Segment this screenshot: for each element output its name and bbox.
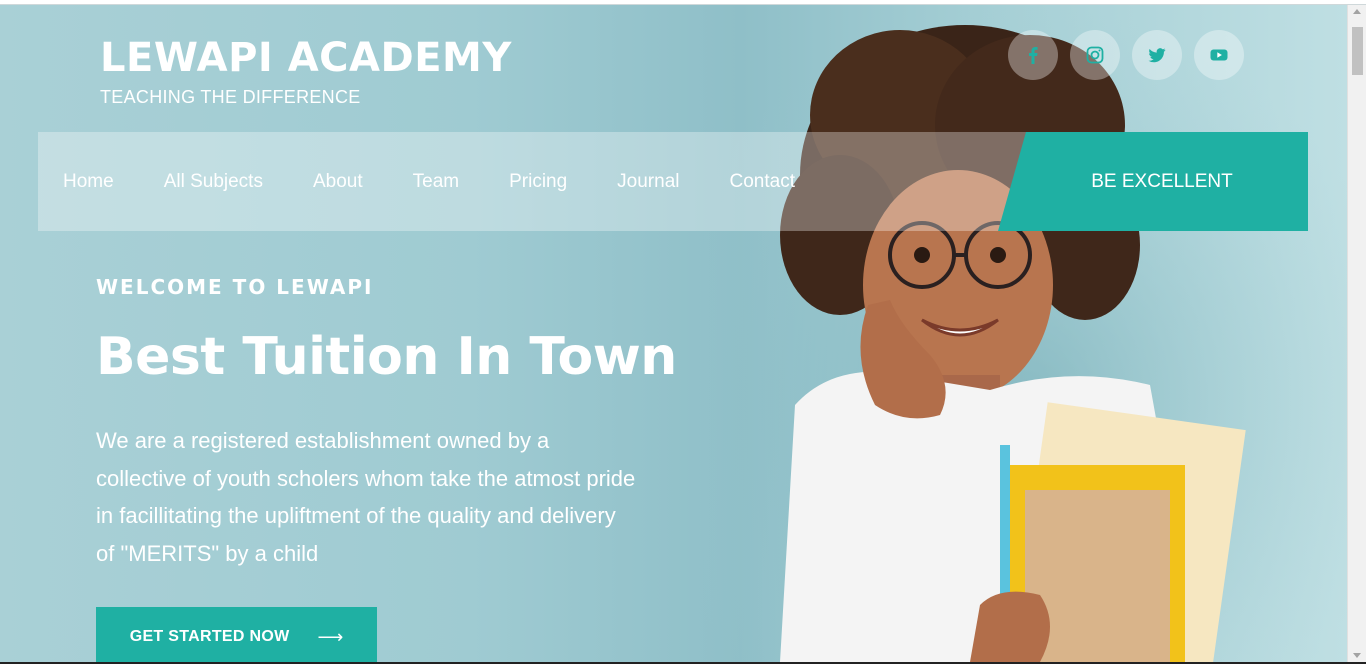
arrow-right-icon: ⟶ [317,626,344,648]
nav-item-contact[interactable]: Contact [730,171,795,193]
scroll-up-arrow-icon[interactable] [1353,9,1361,14]
nav-menu: Home All Subjects About Team Pricing Jou… [63,132,845,231]
nav-item-home[interactable]: Home [63,171,114,193]
main-navbar: Home All Subjects About Team Pricing Jou… [38,132,1308,231]
brand: LEWAPI ACADEMY TEACHING THE DIFFERENCE [100,35,512,108]
hero-section: LEWAPI ACADEMY TEACHING THE DIFFERENCE H… [0,5,1347,662]
nav-item-all-subjects[interactable]: All Subjects [164,171,263,193]
nav-item-journal[interactable]: Journal [617,171,679,193]
instagram-icon [1086,46,1104,64]
scrollbar-thumb[interactable] [1352,27,1363,75]
facebook-button[interactable] [1008,30,1058,80]
hero-headline: Best Tuition In Town [96,327,677,387]
instagram-button[interactable] [1070,30,1120,80]
youtube-button[interactable] [1194,30,1244,80]
nav-item-about[interactable]: About [313,171,363,193]
nav-item-pricing[interactable]: Pricing [509,171,567,193]
nav-item-team[interactable]: Team [413,171,459,193]
twitter-button[interactable] [1132,30,1182,80]
facebook-icon [1029,47,1038,64]
social-links [1008,30,1244,80]
be-excellent-label: BE EXCELLENT [1091,170,1233,192]
get-started-button[interactable]: GET STARTED NOW ⟶ [96,607,377,662]
brand-tagline: TEACHING THE DIFFERENCE [100,87,361,107]
hero-description: We are a registered establishment owned … [96,428,636,566]
youtube-icon [1210,49,1228,61]
be-excellent-button[interactable]: BE EXCELLENT [998,132,1308,231]
scroll-down-arrow-icon[interactable] [1353,653,1361,658]
get-started-label: GET STARTED NOW [129,628,290,645]
twitter-icon [1148,48,1166,63]
student-photo [700,5,1347,662]
page-scrollbar[interactable] [1347,5,1366,662]
brand-title[interactable]: LEWAPI ACADEMY [100,35,512,81]
welcome-heading: WELCOME TO LEWAPI [96,275,374,299]
